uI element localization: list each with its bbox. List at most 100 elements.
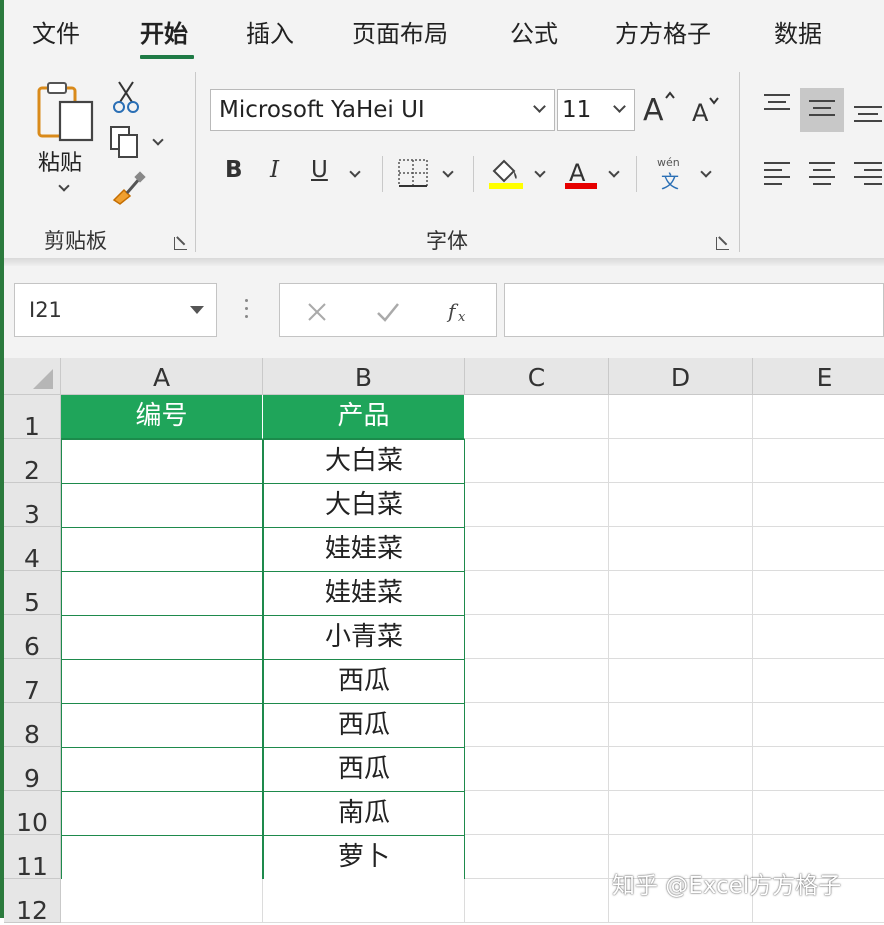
middle-align-button[interactable] [800,88,844,132]
cut-scissors-icon[interactable] [112,80,140,118]
cell-e1[interactable] [753,395,884,439]
column-header-a[interactable]: A [61,358,263,395]
name-box[interactable]: I21 [14,283,217,337]
font-name-dropdown[interactable]: Microsoft YaHei UI [210,89,555,131]
cell-b12[interactable] [263,879,465,923]
cell-e10[interactable] [753,791,884,835]
cell-e9[interactable] [753,747,884,791]
cell-c12[interactable] [465,879,609,923]
tab-file[interactable]: 文件 [32,14,80,49]
cell-b6[interactable]: 小青菜 [263,615,465,660]
cell-e5[interactable] [753,571,884,615]
cell-b9[interactable]: 西瓜 [263,747,465,792]
column-header-d[interactable]: D [609,358,753,395]
cell-c5[interactable] [465,571,609,615]
row-header[interactable]: 1 [4,395,61,441]
cell-e3[interactable] [753,483,884,527]
tab-formulas[interactable]: 公式 [510,14,558,49]
formula-input[interactable] [504,283,884,337]
cell-a2[interactable] [61,439,263,484]
row-header[interactable]: 9 [4,747,61,793]
cell-e6[interactable] [753,615,884,659]
cell-e4[interactable] [753,527,884,571]
cell-a11[interactable] [61,835,263,880]
row-header[interactable]: 3 [4,483,61,529]
cell-e7[interactable] [753,659,884,703]
cell-c6[interactable] [465,615,609,659]
cell-a1[interactable]: 编号 [61,395,263,439]
format-painter-icon[interactable] [110,170,146,210]
cell-b4[interactable]: 娃娃菜 [263,527,465,572]
clipboard-dialog-launcher-icon[interactable] [174,237,187,250]
cell-c2[interactable] [465,439,609,483]
paste-button[interactable]: 粘贴 [38,145,82,177]
tab-page-layout[interactable]: 页面布局 [352,14,448,49]
cell-d1[interactable] [609,395,753,439]
cell-b10[interactable]: 南瓜 [263,791,465,836]
cell-a6[interactable] [61,615,263,660]
cell-c10[interactable] [465,791,609,835]
cell-e2[interactable] [753,439,884,483]
column-header-e[interactable]: E [753,358,884,395]
formula-bar-resize-handle-icon[interactable] [245,299,249,323]
borders-icon[interactable] [397,158,429,192]
cell-c3[interactable] [465,483,609,527]
cell-d8[interactable] [609,703,753,747]
row-header[interactable]: 2 [4,439,61,485]
copy-icon[interactable] [108,124,142,164]
cell-a5[interactable] [61,571,263,616]
cell-e8[interactable] [753,703,884,747]
column-header-b[interactable]: B [263,358,465,395]
cell-b11[interactable]: 萝卜 [263,835,465,880]
column-header-c[interactable]: C [465,358,609,395]
row-header[interactable]: 5 [4,571,61,617]
cell-a8[interactable] [61,703,263,748]
tab-fangfanggezi[interactable]: 方方格子 [615,14,711,49]
cell-d2[interactable] [609,439,753,483]
increase-font-size-icon[interactable]: A [641,90,677,130]
insert-function-fx-icon[interactable]: f x [446,296,476,326]
cell-d9[interactable] [609,747,753,791]
font-size-dropdown[interactable]: 11 [557,89,635,131]
cell-c11[interactable] [465,835,609,879]
cell-b5[interactable]: 娃娃菜 [263,571,465,616]
fill-color-bucket-icon[interactable] [486,155,526,195]
row-header[interactable]: 4 [4,527,61,573]
row-header[interactable]: 7 [4,659,61,705]
tab-insert[interactable]: 插入 [246,14,294,49]
cell-a12[interactable] [61,879,263,923]
cell-c9[interactable] [465,747,609,791]
cell-d6[interactable] [609,615,753,659]
cell-b8[interactable]: 西瓜 [263,703,465,748]
paste-icon[interactable] [36,80,96,146]
phonetic-guide-icon[interactable]: wén 文 [655,156,689,196]
bold-button[interactable]: B [225,157,243,183]
cell-d7[interactable] [609,659,753,703]
row-header[interactable]: 11 [4,835,61,881]
decrease-font-size-icon[interactable]: A [690,95,722,131]
cancel-x-icon[interactable] [306,301,328,323]
align-center-icon[interactable] [807,160,837,192]
cell-b1[interactable]: 产品 [263,395,465,439]
cell-c4[interactable] [465,527,609,571]
enter-check-icon[interactable] [375,301,401,323]
cell-a10[interactable] [61,791,263,836]
tab-data[interactable]: 数据 [774,14,822,49]
row-header[interactable]: 8 [4,703,61,749]
cell-a3[interactable] [61,483,263,528]
underline-button[interactable]: U [311,157,328,183]
row-header[interactable]: 10 [4,791,61,837]
font-dialog-launcher-icon[interactable] [716,237,729,250]
cell-c7[interactable] [465,659,609,703]
italic-button[interactable]: I [270,157,279,183]
cell-c1[interactable] [465,395,609,439]
cell-b3[interactable]: 大白菜 [263,483,465,528]
cell-b7[interactable]: 西瓜 [263,659,465,704]
row-header[interactable]: 12 [4,879,61,925]
cell-b2[interactable]: 大白菜 [263,439,465,484]
cell-d4[interactable] [609,527,753,571]
name-box-dropdown-icon[interactable] [190,306,204,314]
align-left-icon[interactable] [762,160,792,192]
row-header[interactable]: 6 [4,615,61,661]
cell-a9[interactable] [61,747,263,792]
